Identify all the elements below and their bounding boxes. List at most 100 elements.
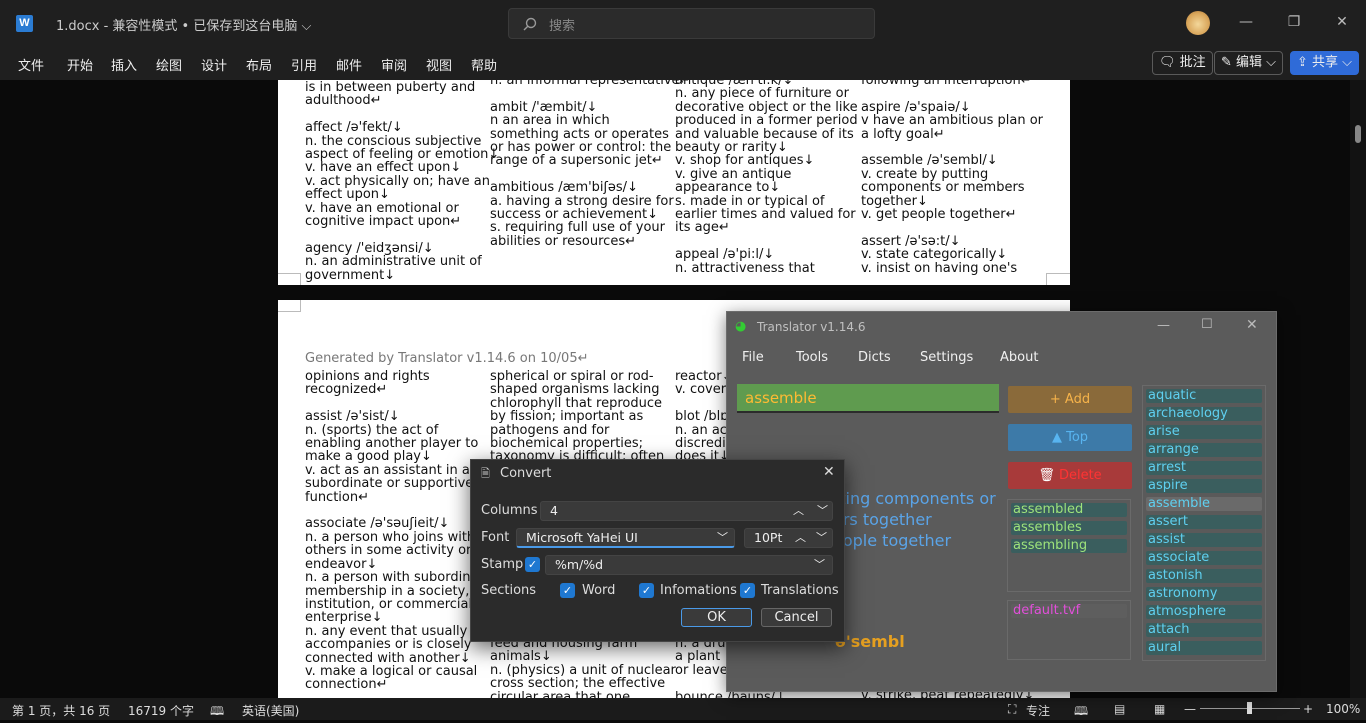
word-list-item[interactable]: astonish xyxy=(1146,569,1262,583)
tab-home[interactable]: 开始 xyxy=(67,55,93,74)
word-checkbox[interactable]: ✓ xyxy=(560,583,575,598)
informations-checkbox-label: Infomations xyxy=(660,583,737,598)
translator-title: Translator v1.14.6 xyxy=(757,320,866,334)
translator-maximize-button[interactable]: ☐ xyxy=(1201,317,1213,332)
sections-label: Sections xyxy=(481,583,537,598)
translations-checkbox[interactable]: ✓ xyxy=(740,583,755,598)
form-item[interactable]: assembles xyxy=(1011,521,1127,535)
editing-label: 编辑 ⌵ xyxy=(1236,55,1277,70)
spin-up-icon[interactable]: ︿ xyxy=(793,502,804,520)
language-indicator[interactable]: 英语(美国) xyxy=(242,702,299,719)
add-button[interactable]: + Add xyxy=(1008,386,1132,413)
tab-view[interactable]: 视图 xyxy=(426,55,452,74)
margin-mark xyxy=(278,273,301,285)
delete-label: Delete xyxy=(1058,468,1102,483)
menu-about[interactable]: About xyxy=(1000,350,1038,365)
word-list-item[interactable]: arrange xyxy=(1146,443,1262,457)
word-list-item[interactable]: aspire xyxy=(1146,479,1262,493)
stamp-checkbox[interactable]: ✓ xyxy=(525,557,540,572)
word-count[interactable]: 16719 个字 xyxy=(128,702,194,719)
web-layout-icon[interactable]: ▦ xyxy=(1154,702,1165,716)
maximize-button[interactable]: ❐ xyxy=(1282,10,1306,34)
print-layout-icon[interactable]: ▤ xyxy=(1114,702,1125,716)
editing-button[interactable]: ✎ 编辑 ⌵ xyxy=(1214,51,1284,75)
word-list-item[interactable]: aquatic xyxy=(1146,389,1262,403)
definition-text: tting components or ers together eople t… xyxy=(833,489,996,550)
page-1[interactable]: is in between puberty and adulthood↵ aff… xyxy=(278,80,1070,285)
word-list-item[interactable]: archaeology xyxy=(1146,407,1262,421)
tab-layout[interactable]: 布局 xyxy=(246,55,272,74)
dict-file-list[interactable]: default.tvf xyxy=(1007,600,1131,660)
word-forms-list[interactable]: assembled assembles assembling xyxy=(1007,499,1131,592)
tab-references[interactable]: 引用 xyxy=(291,55,317,74)
menu-settings[interactable]: Settings xyxy=(920,350,973,365)
page2-column-3: reactor↓ v. cover blot /blɒ n. an act di… xyxy=(675,369,733,465)
word-list-item[interactable]: arrest xyxy=(1146,461,1262,475)
word-input[interactable]: assemble xyxy=(737,384,999,413)
tab-review[interactable]: 审阅 xyxy=(381,55,407,74)
tab-mailings[interactable]: 邮件 xyxy=(336,55,362,74)
tab-insert[interactable]: 插入 xyxy=(111,55,137,74)
page2-column-2: spherical or spiral or rod- shaped organ… xyxy=(490,369,665,465)
chevron-down-icon: ﹀ xyxy=(717,531,728,544)
word-list-item[interactable]: aural xyxy=(1146,641,1262,655)
status-bar: 第 1 页，共 16 页 16719 个字 🕮 英语(美国) ⛶ 专注 🕮 ▤ … xyxy=(0,698,1366,720)
word-list-item[interactable]: astronomy xyxy=(1146,587,1262,601)
translator-minimize-button[interactable]: — xyxy=(1157,318,1170,333)
dialog-close-button[interactable]: ✕ xyxy=(823,464,835,480)
share-button[interactable]: ⇪ 共享 ⌵ xyxy=(1290,51,1360,75)
page2-header: Generated by Translator v1.14.6 on 10/05… xyxy=(305,351,589,366)
spin-down-icon[interactable]: ﹀ xyxy=(817,502,828,520)
spin-up-icon[interactable]: ︿ xyxy=(795,529,806,547)
spin-down-icon[interactable]: ﹀ xyxy=(816,529,827,547)
menu-dicts[interactable]: Dicts xyxy=(858,350,891,365)
document-title[interactable]: 1.docx - 兼容性模式 • 已保存到这台电脑 ⌵ xyxy=(56,15,311,34)
columns-spinbox[interactable]: 4 ︿ ﹀ xyxy=(540,501,833,521)
menu-file[interactable]: File xyxy=(742,350,764,365)
word-list-item[interactable]: assist xyxy=(1146,533,1262,547)
zoom-level[interactable]: 100% xyxy=(1326,702,1360,716)
share-icon: ⇪ xyxy=(1297,55,1308,70)
font-select[interactable]: Microsoft YaHei UI ﹀ xyxy=(516,528,735,548)
word-list-item[interactable]: arise xyxy=(1146,425,1262,439)
tab-design[interactable]: 设计 xyxy=(201,55,227,74)
dict-file-item[interactable]: default.tvf xyxy=(1011,604,1127,618)
form-item[interactable]: assembled xyxy=(1011,503,1127,517)
form-item[interactable]: assembling xyxy=(1011,539,1127,553)
top-button[interactable]: ▲ Top xyxy=(1008,424,1132,451)
word-list[interactable]: aquatic archaeology arise arrange arrest… xyxy=(1142,385,1266,661)
tab-file[interactable]: 文件 xyxy=(18,55,44,74)
scrollbar-thumb[interactable] xyxy=(1355,125,1361,143)
zoom-in-button[interactable]: + xyxy=(1303,702,1313,716)
font-value: Microsoft YaHei UI xyxy=(526,530,638,545)
word-list-item[interactable]: attach xyxy=(1146,623,1262,637)
vertical-scrollbar[interactable] xyxy=(1350,80,1366,698)
menu-tools[interactable]: Tools xyxy=(796,350,828,365)
tab-help[interactable]: 帮助 xyxy=(471,55,497,74)
minimize-button[interactable]: — xyxy=(1234,10,1258,34)
tab-draw[interactable]: 绘图 xyxy=(156,55,182,74)
translator-close-button[interactable]: ✕ xyxy=(1246,317,1258,333)
ok-button[interactable]: OK xyxy=(681,608,752,627)
delete-button[interactable]: 🗑 Delete xyxy=(1008,462,1132,489)
cancel-button[interactable]: Cancel xyxy=(761,608,832,627)
search-input[interactable]: 搜索 xyxy=(508,8,875,39)
comments-button[interactable]: 🗨 批注 xyxy=(1152,51,1213,75)
informations-checkbox[interactable]: ✓ xyxy=(639,583,654,598)
word-logo-icon: W xyxy=(16,15,33,32)
focus-icon[interactable]: ⛶ xyxy=(1008,702,1016,717)
word-list-item[interactable]: assert xyxy=(1146,515,1262,529)
word-list-item[interactable]: atmosphere xyxy=(1146,605,1262,619)
zoom-slider-thumb[interactable] xyxy=(1247,702,1252,714)
word-list-item[interactable]: associate xyxy=(1146,551,1262,565)
word-list-item-selected[interactable]: assemble xyxy=(1146,497,1262,511)
zoom-out-button[interactable]: — xyxy=(1184,702,1196,716)
focus-mode[interactable]: 专注 xyxy=(1026,702,1050,719)
stamp-format-value: %m/%d xyxy=(555,557,604,572)
avatar[interactable] xyxy=(1186,11,1210,35)
close-button[interactable]: ✕ xyxy=(1330,10,1354,34)
font-size-spinbox[interactable]: 10Pt ︿ ﹀ xyxy=(744,528,833,548)
page2-column-1: opinions and rights recognized↵ assist /… xyxy=(305,369,479,693)
page-count[interactable]: 第 1 页，共 16 页 xyxy=(12,702,110,719)
stamp-format-select[interactable]: %m/%d ﹀ xyxy=(545,555,833,575)
